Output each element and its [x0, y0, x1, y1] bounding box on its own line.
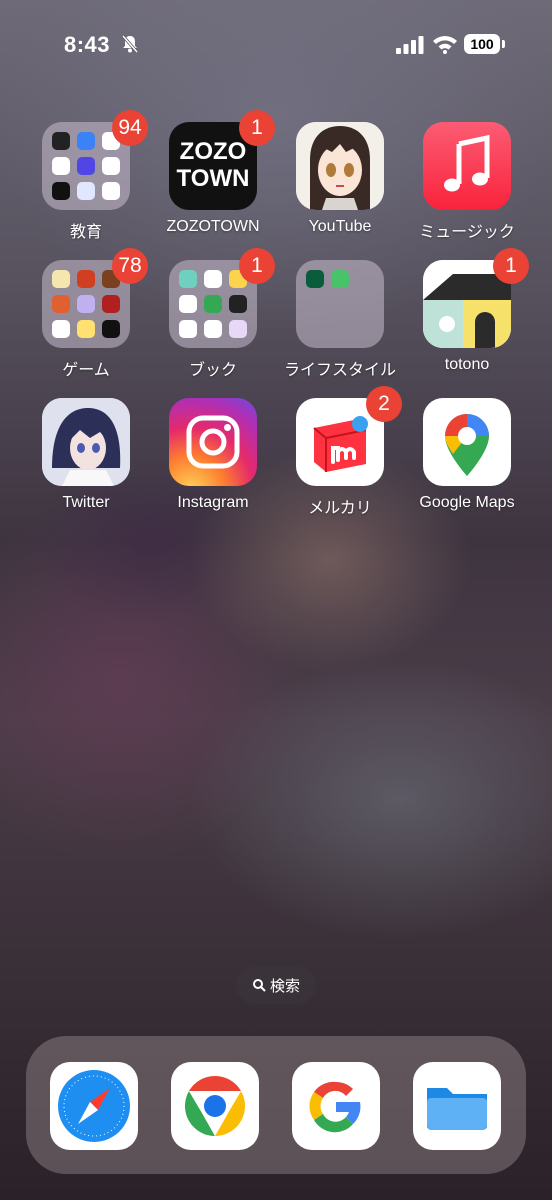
- app-label: 教育: [69, 224, 102, 241]
- app-instagram[interactable]: Instagram: [153, 398, 273, 512]
- notification-badge: 2: [366, 386, 402, 422]
- app-label: totono: [444, 356, 490, 373]
- anime-character-icon: [296, 122, 384, 210]
- compass-icon: [58, 1070, 130, 1142]
- app-label: YouTube: [308, 218, 372, 235]
- search-label: 検索: [269, 977, 300, 995]
- zozotown-logo-line-1: ZOZO: [179, 138, 247, 165]
- notification-badge: 78: [112, 248, 148, 284]
- dock: [26, 1036, 526, 1174]
- app-label: ゲーム: [62, 362, 110, 379]
- app-label: ミュージック: [419, 224, 515, 241]
- map-pin-icon: [445, 414, 489, 476]
- app-google-maps[interactable]: Google Maps: [407, 398, 527, 512]
- music-note-icon: [444, 134, 490, 192]
- app-label: ZOZOTOWN: [166, 218, 260, 235]
- notification-badge: 1: [493, 248, 529, 284]
- dock-app-chrome[interactable]: [155, 1062, 275, 1150]
- notification-badge: 1: [239, 110, 275, 146]
- battery-tip: [502, 40, 505, 48]
- app-zozotown[interactable]: ZOZO TOWN 1 ZOZOTOWN: [153, 110, 275, 236]
- app-music[interactable]: ミュージック: [407, 122, 527, 242]
- folder-games[interactable]: 78 ゲーム: [26, 248, 148, 380]
- status-time: 8:43: [64, 32, 111, 57]
- spotlight-search-button[interactable]: 検索: [236, 966, 316, 1004]
- app-label: ライフスタイル: [283, 362, 396, 379]
- app-label: Google Maps: [419, 494, 515, 511]
- app-label: メルカリ: [308, 500, 372, 517]
- folder-lifestyle[interactable]: ライフスタイル: [280, 260, 400, 380]
- google-g-icon: [309, 1081, 361, 1133]
- app-totono[interactable]: 1 totono: [407, 248, 529, 374]
- app-label: Twitter: [62, 494, 110, 511]
- search-icon: [252, 979, 266, 992]
- cellular-signal-icon: [396, 36, 424, 54]
- wifi-icon: [433, 36, 457, 54]
- app-youtube[interactable]: YouTube: [280, 122, 400, 236]
- camera-icon: [186, 415, 240, 469]
- app-mercari[interactable]: 2 メルカリ: [280, 386, 402, 518]
- app-label: Instagram: [177, 494, 249, 511]
- folder-icon: [427, 1088, 487, 1130]
- battery-indicator: 100: [464, 34, 500, 54]
- bell-slash-icon: [121, 35, 139, 53]
- dock-app-safari[interactable]: [34, 1062, 154, 1150]
- battery-level: 100: [470, 36, 494, 52]
- chrome-icon: [184, 1076, 246, 1136]
- folder-education[interactable]: 94 教育: [26, 110, 148, 242]
- app-label: ブック: [188, 362, 237, 379]
- dock-app-google[interactable]: [276, 1062, 396, 1150]
- dock-app-files[interactable]: [397, 1062, 517, 1150]
- app-twitter[interactable]: Twitter: [26, 398, 146, 512]
- anime-character-icon: [42, 398, 130, 486]
- zozotown-logo-line-2: TOWN: [176, 165, 250, 192]
- notification-badge: 1: [239, 248, 275, 284]
- folder-books[interactable]: 1 ブック: [153, 248, 275, 380]
- notification-badge: 94: [112, 110, 148, 146]
- zozotown-logo: ZOZO TOWN: [169, 138, 257, 192]
